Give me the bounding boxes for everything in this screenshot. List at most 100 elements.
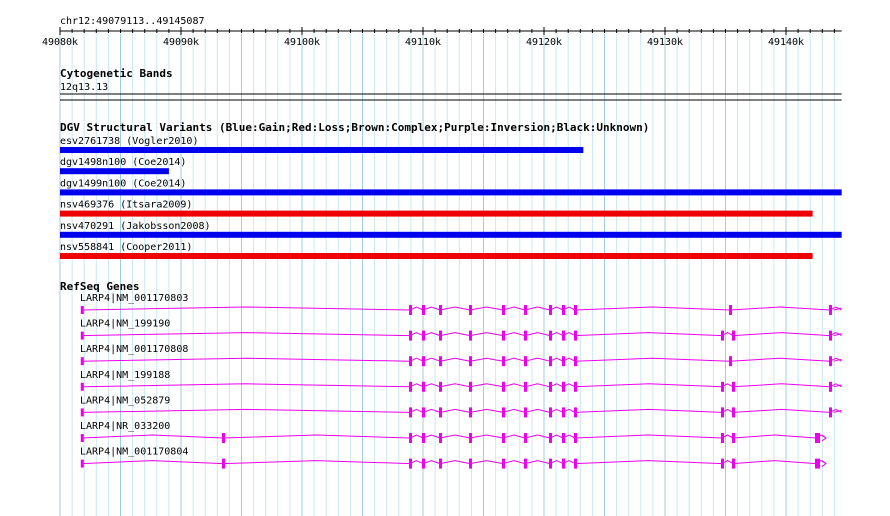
exon	[502, 407, 505, 418]
intron	[422, 306, 441, 311]
intron	[574, 383, 723, 388]
dgv-variant-label: nsv470291 (Jakobsson2008)	[60, 221, 211, 232]
dgv-variant[interactable]: nsv469376 (Itsara2009)	[60, 200, 813, 217]
gene-model[interactable]: LARP4|NM_001170804	[80, 447, 827, 469]
intron	[524, 332, 551, 337]
dgv-variant-bar[interactable]	[60, 253, 813, 259]
gene-model[interactable]: LARP4|NM_199188	[80, 370, 842, 392]
gene-model[interactable]: LARP4|NM_199190	[80, 319, 842, 341]
exon	[829, 305, 832, 315]
cytogenetic-bands-title: Cytogenetic Bands	[60, 67, 173, 80]
gene-model[interactable]: LARP4|NM_001170803	[80, 293, 842, 315]
intron	[502, 332, 526, 337]
dgv-variant[interactable]: nsv470291 (Jakobsson2008)	[60, 221, 842, 238]
gene-label: LARP4|NM_199188	[80, 370, 170, 381]
gene-label: LARP4|NR_033200	[80, 421, 170, 432]
exon	[469, 407, 472, 418]
cytoband-track[interactable]	[60, 93, 842, 101]
exon	[524, 356, 527, 367]
dgv-variant[interactable]: nsv558841 (Cooper2011)	[60, 242, 813, 259]
exon	[439, 330, 442, 341]
exon	[815, 458, 820, 469]
gene-label: LARP4|NM_052879	[80, 395, 170, 406]
coordinate-ruler[interactable]: 49080k 49090k 49100k 49110k 49120k 49130k 4914…	[42, 27, 842, 48]
intron	[439, 332, 471, 337]
dgv-variant-label: nsv558841 (Cooper2011)	[60, 242, 192, 253]
intron	[524, 460, 551, 465]
dgv-variant-bar[interactable]	[60, 168, 169, 175]
exon	[524, 458, 527, 469]
dgv-variant-bar[interactable]	[60, 147, 584, 153]
exon	[469, 356, 472, 367]
exon	[409, 381, 412, 392]
dgv-variant-bar[interactable]	[60, 231, 842, 238]
exon	[502, 381, 505, 392]
exon	[574, 433, 577, 443]
gene-label: LARP4|NM_199190	[80, 319, 170, 330]
exon	[729, 305, 732, 315]
intron	[502, 357, 526, 362]
intron	[81, 306, 411, 311]
intron	[439, 357, 471, 362]
intron	[729, 306, 831, 311]
exon	[222, 433, 225, 443]
exon	[439, 381, 442, 392]
exon	[574, 458, 577, 469]
intron	[574, 460, 723, 465]
intron	[439, 383, 471, 388]
dgv-variant-bar[interactable]	[60, 210, 813, 217]
gene-label: LARP4|NM_001170808	[80, 344, 188, 355]
dgv-variant[interactable]: dgv1498n100 (Coe2014)	[60, 157, 186, 175]
exon	[829, 407, 832, 418]
intron	[422, 408, 441, 413]
ruler-tick-label: 49130k	[647, 37, 683, 48]
exon	[732, 407, 735, 418]
intron	[524, 357, 551, 362]
exon	[80, 306, 84, 314]
exon	[80, 434, 84, 442]
intron	[81, 408, 411, 413]
exon	[815, 433, 820, 443]
exon	[549, 381, 552, 392]
intron	[732, 434, 817, 439]
exon	[729, 356, 732, 367]
dgv-variant-bar[interactable]	[60, 189, 842, 196]
intron	[469, 460, 504, 465]
exon	[549, 356, 552, 367]
intron	[469, 408, 504, 413]
vertical-grid-lines	[59, 34, 835, 516]
dgv-variant-label: dgv1498n100 (Coe2014)	[60, 157, 186, 168]
cytoband-label: 12q13.13	[60, 82, 108, 93]
exon	[439, 458, 442, 469]
exon	[549, 433, 552, 443]
exon	[439, 356, 442, 367]
exon	[422, 433, 425, 443]
intron	[469, 434, 504, 439]
exon	[524, 330, 527, 341]
intron	[732, 383, 831, 388]
exon	[409, 458, 412, 469]
intron	[81, 357, 411, 362]
intron	[502, 460, 526, 465]
intron	[439, 408, 471, 413]
exon	[721, 381, 724, 392]
ruler-tick-label: 49110k	[405, 37, 441, 48]
exon	[80, 408, 84, 417]
gene-model[interactable]: LARP4|NM_052879	[80, 395, 842, 418]
exon	[422, 407, 425, 418]
gene-model[interactable]: LARP4|NR_033200	[80, 421, 827, 443]
gene-model[interactable]: LARP4|NM_001170808	[80, 344, 842, 367]
dgv-variant[interactable]: dgv1499n100 (Coe2014)	[60, 178, 842, 196]
dgv-variant[interactable]: esv2761738 (Vogler2010)	[60, 136, 584, 153]
intron	[81, 332, 411, 337]
exon	[502, 433, 505, 443]
intron	[81, 460, 224, 465]
intron	[524, 434, 551, 439]
refseq-genes-track: LARP4|NM_001170803 LARP4|NM_199190 LARP4|N…	[80, 293, 842, 469]
ruler-tick-label: 49090k	[163, 37, 199, 48]
intron	[469, 383, 504, 388]
dgv-variants-track: esv2761738 (Vogler2010) dgv1498n100 (Coe2…	[60, 136, 842, 259]
intron	[574, 332, 723, 337]
exon	[549, 305, 552, 315]
intron	[732, 408, 831, 413]
